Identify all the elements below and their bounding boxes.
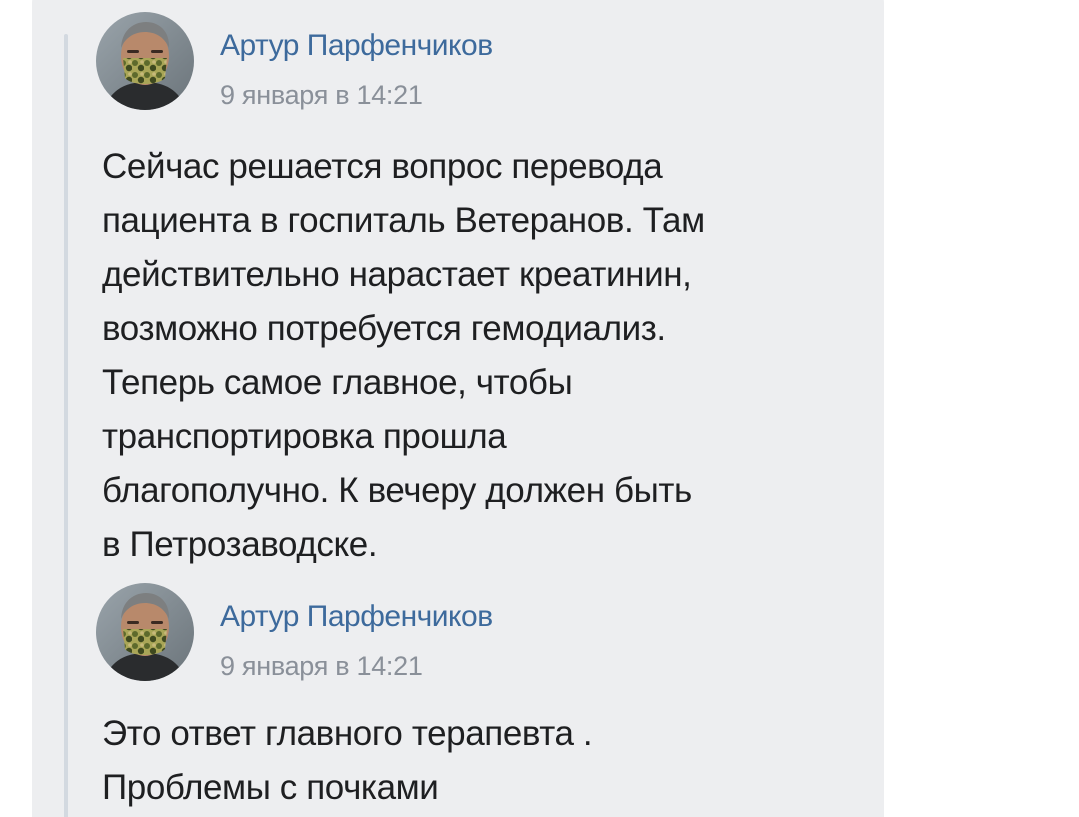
avatar-image — [96, 12, 194, 110]
avatar-image — [96, 583, 194, 681]
text-line: транспортировка прошла — [102, 417, 507, 456]
post-timestamp[interactable]: 9 января в 14:21 — [220, 651, 423, 682]
comment-text: Сейчас решается вопрос перевода пациента… — [102, 140, 862, 572]
text-line: благополучно. К вечеру должен быть — [102, 471, 692, 510]
text-line: возможно потребуется гемодиализ. — [102, 309, 666, 348]
text-line: Это ответ главного терапевта . — [102, 714, 593, 753]
avatar[interactable] — [96, 583, 194, 681]
text-line: Сейчас решается вопрос перевода — [102, 147, 663, 186]
author-name-link[interactable]: Артур Парфенчиков — [220, 29, 493, 63]
text-line: действительно нарастает креатинин, — [102, 255, 692, 294]
text-line: Проблемы с почками — [102, 768, 439, 807]
author-name-link[interactable]: Артур Парфенчиков — [220, 600, 493, 634]
reply-thread-line — [64, 34, 68, 817]
text-line: пациента в госпиталь Ветеранов. Там — [102, 201, 705, 240]
avatar[interactable] — [96, 12, 194, 110]
text-line: Теперь самое главное, чтобы — [102, 363, 573, 402]
post-timestamp[interactable]: 9 января в 14:21 — [220, 80, 423, 111]
text-line: в Петрозаводске. — [102, 525, 378, 564]
screen: Артур Парфенчиков 9 января в 14:21 Сейча… — [0, 0, 1079, 817]
comment-text: Это ответ главного терапевта . Проблемы … — [102, 707, 862, 815]
